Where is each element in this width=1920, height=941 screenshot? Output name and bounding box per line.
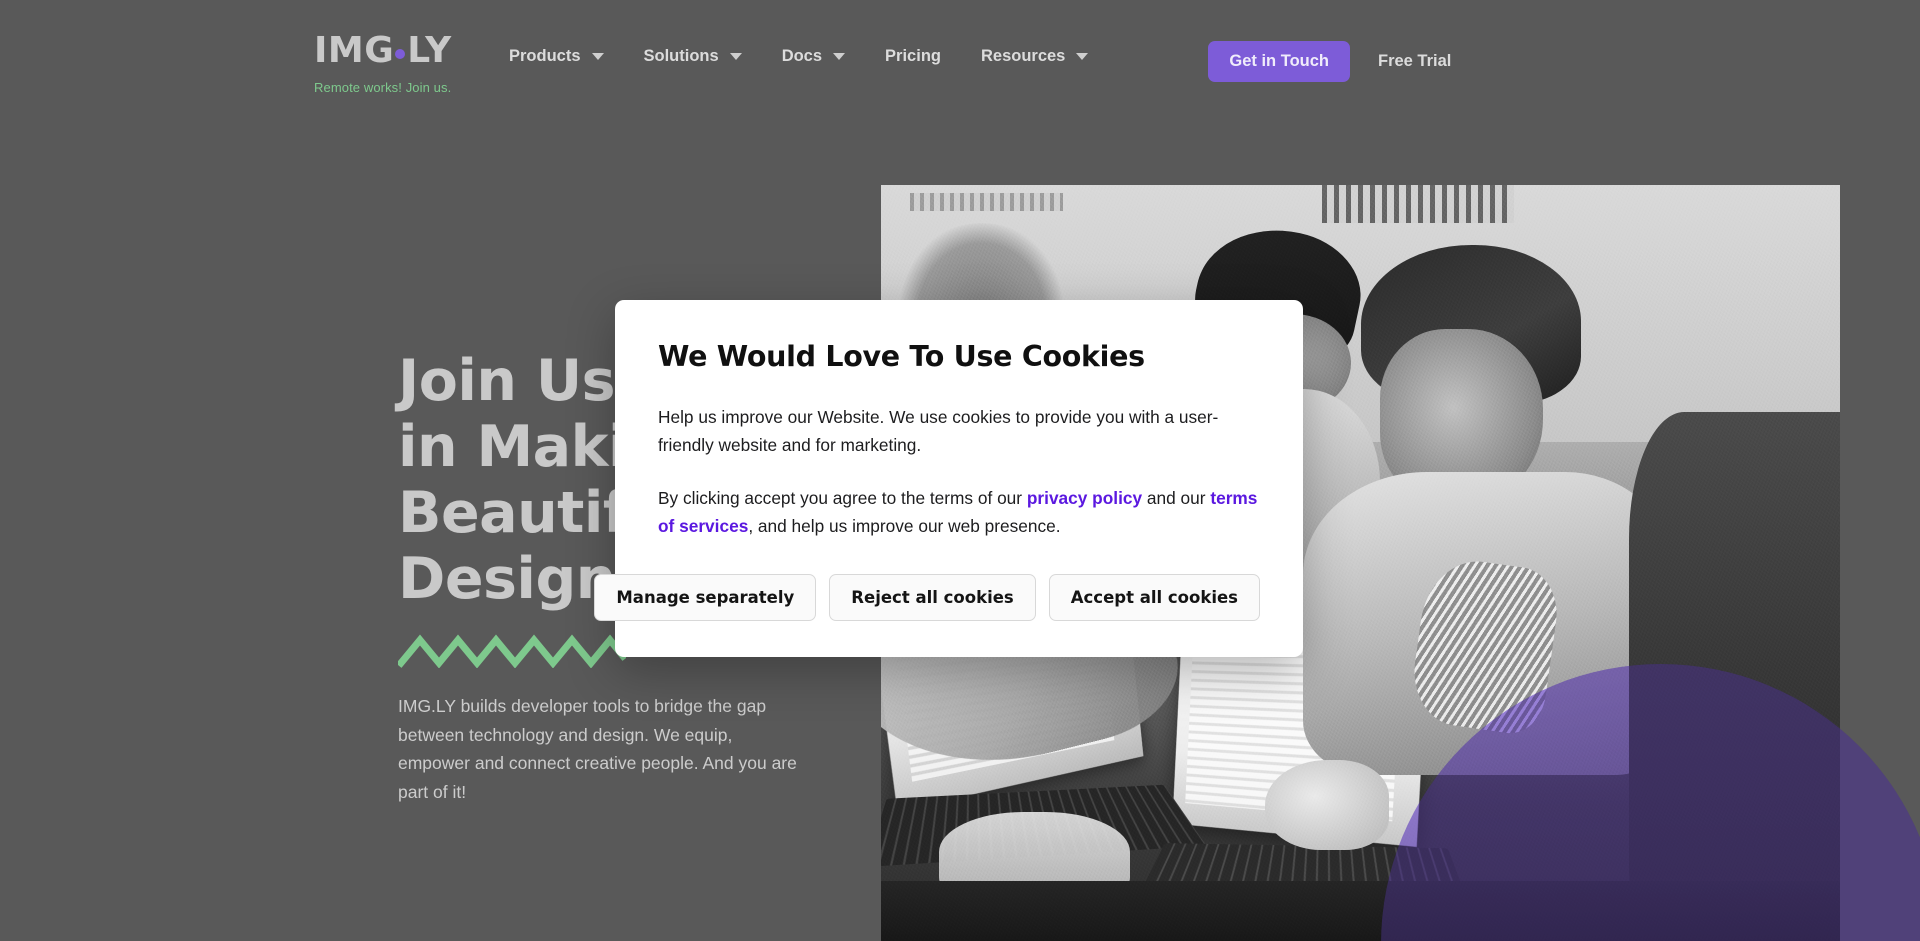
logo-dot-icon — [395, 49, 405, 59]
main-navigation: Products Solutions Docs Pricing Resource… — [489, 41, 1108, 72]
nav-item-docs-label: Docs — [782, 47, 822, 66]
cookie-dialog-title: We Would Love To Use Cookies — [658, 340, 1260, 374]
get-in-touch-button[interactable]: Get in Touch — [1208, 41, 1350, 82]
privacy-policy-link[interactable]: privacy policy — [1027, 488, 1142, 508]
nav-item-resources-label: Resources — [981, 47, 1065, 66]
nav-item-pricing-label: Pricing — [885, 47, 941, 66]
photo-table-edge — [881, 881, 1840, 941]
chevron-down-icon — [592, 53, 604, 60]
photo-blinds — [1322, 185, 1514, 223]
logo[interactable]: IMG LY — [314, 32, 489, 70]
header-actions: Get in Touch Free Trial — [1208, 41, 1469, 82]
hero-paragraph: IMG.LY builds developer tools to bridge … — [398, 692, 798, 806]
brand-block[interactable]: IMG LY Remote works! Join us. — [314, 32, 489, 95]
free-trial-button[interactable]: Free Trial — [1360, 41, 1469, 82]
cookie-text-before-privacy-policy: By clicking accept you agree to the term… — [658, 488, 1027, 508]
chevron-down-icon — [730, 53, 742, 60]
cookie-dialog-paragraph-1: Help us improve our Website. We use cook… — [658, 403, 1258, 459]
photo-hand-center — [1265, 760, 1390, 851]
manage-separately-button[interactable]: Manage separately — [594, 574, 816, 621]
cookie-text-between-links: and our — [1142, 488, 1210, 508]
cookie-text-after-terms: , and help us improve our web presence. — [748, 516, 1060, 536]
photo-blinds-secondary — [910, 193, 1063, 212]
site-header: IMG LY Remote works! Join us. Products So… — [0, 0, 1920, 120]
reject-all-cookies-button[interactable]: Reject all cookies — [829, 574, 1035, 621]
nav-item-products[interactable]: Products — [489, 41, 624, 72]
brand-tagline[interactable]: Remote works! Join us. — [314, 80, 489, 95]
photo-dark-right-region — [1629, 412, 1840, 941]
logo-text-part1: IMG — [314, 30, 394, 71]
chevron-down-icon — [833, 53, 845, 60]
zigzag-accent-icon — [398, 634, 626, 668]
cookie-dialog-actions: Manage separately Reject all cookies Acc… — [658, 574, 1260, 621]
nav-item-pricing[interactable]: Pricing — [865, 41, 961, 72]
nav-item-products-label: Products — [509, 47, 581, 66]
cookie-consent-dialog: We Would Love To Use Cookies Help us imp… — [615, 300, 1303, 657]
cookie-dialog-paragraph-2: By clicking accept you agree to the term… — [658, 484, 1258, 540]
chevron-down-icon — [1076, 53, 1088, 60]
accept-all-cookies-button[interactable]: Accept all cookies — [1049, 574, 1260, 621]
nav-item-resources[interactable]: Resources — [961, 41, 1108, 72]
nav-item-solutions-label: Solutions — [644, 47, 719, 66]
nav-item-solutions[interactable]: Solutions — [624, 41, 762, 72]
logo-text-part2: LY — [407, 30, 451, 71]
nav-item-docs[interactable]: Docs — [762, 41, 865, 72]
